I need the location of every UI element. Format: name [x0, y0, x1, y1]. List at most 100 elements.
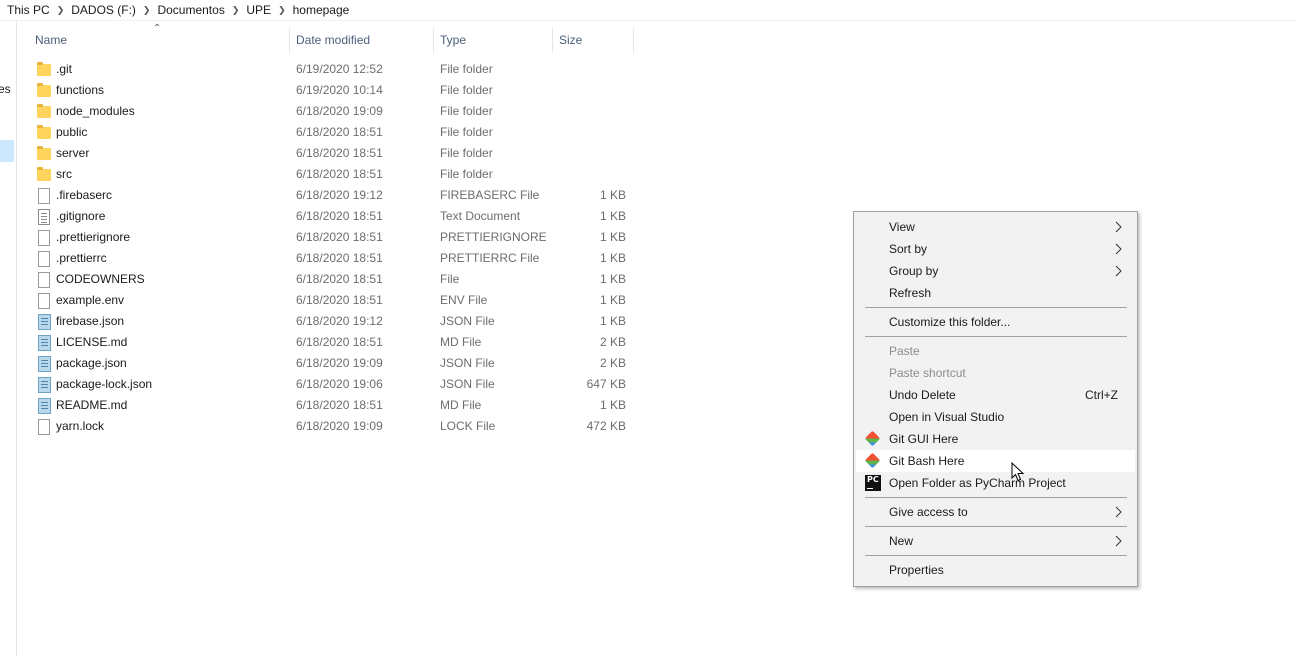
chevron-right-icon[interactable]: ❯	[53, 5, 69, 16]
folder-icon	[36, 125, 52, 141]
file-type: Text Document	[440, 209, 521, 223]
code-file-icon	[36, 314, 52, 330]
file-row[interactable]: .prettierrc 6/18/2020 18:51 PRETTIERRC Fil…	[28, 248, 638, 269]
file-size: 2 KB	[599, 356, 626, 370]
file-date: 6/18/2020 18:51	[296, 146, 383, 160]
file-row[interactable]: LICENSE.md 6/18/2020 18:51 MD File 2 KB	[28, 332, 638, 353]
file-explorer-window: This PC ❯ DADOS (F:) ❯ Documentos ❯ UPE ❯ homepa…	[0, 0, 1297, 656]
column-header-size[interactable]: Size	[552, 28, 633, 53]
file-name: public	[56, 125, 88, 139]
file-date: 6/18/2020 18:51	[296, 167, 383, 181]
file-row[interactable]: public 6/18/2020 18:51 File folder	[28, 122, 638, 143]
git-icon	[864, 452, 881, 469]
menu-item-label: New	[889, 534, 914, 548]
file-row[interactable]: .git 6/19/2020 12:52 File folder	[28, 59, 638, 80]
menu-item-paste-shortcut[interactable]: Paste shortcut	[856, 362, 1135, 384]
column-header-name-label: Name	[35, 33, 68, 47]
column-divider[interactable]	[633, 28, 634, 53]
menu-item-customize-this-folder[interactable]: Customize this folder...	[856, 311, 1135, 333]
file-type: PRETTIERIGNORE ...	[440, 230, 548, 244]
column-header-date[interactable]: Date modified	[289, 28, 433, 53]
menu-item-open-folder-as-pycharm-project[interactable]: PC Open Folder as PyCharm Project	[856, 472, 1135, 494]
file-type: File folder	[440, 146, 493, 160]
file-size: 1 KB	[599, 398, 626, 412]
column-header-name[interactable]: Name	[28, 28, 289, 53]
file-date: 6/18/2020 18:51	[296, 230, 383, 244]
menu-item-view[interactable]: View	[856, 216, 1135, 238]
breadcrumb-item[interactable]: This PC	[4, 3, 53, 17]
breadcrumb-item[interactable]: Documentos	[154, 3, 227, 17]
breadcrumb-item[interactable]: UPE	[243, 3, 274, 17]
menu-item-git-gui-here[interactable]: Git GUI Here	[856, 428, 1135, 450]
file-date: 6/19/2020 10:14	[296, 83, 383, 97]
menu-item-label: Open in Visual Studio	[889, 410, 1005, 424]
menu-item-open-in-visual-studio[interactable]: Open in Visual Studio	[856, 406, 1135, 428]
file-row[interactable]: package-lock.json 6/18/2020 19:06 JSON Fil…	[28, 374, 638, 395]
folder-icon	[36, 146, 52, 162]
file-name: example.env	[56, 293, 125, 307]
menu-item-give-access-to[interactable]: Give access to	[856, 501, 1135, 523]
menu-separator	[865, 307, 1127, 308]
file-type: JSON File	[440, 356, 495, 370]
file-name: LICENSE.md	[56, 335, 128, 349]
chevron-right-icon[interactable]: ❯	[139, 5, 155, 16]
menu-item-refresh[interactable]: Refresh	[856, 282, 1135, 304]
menu-item-new[interactable]: New	[856, 530, 1135, 552]
file-row[interactable]: yarn.lock 6/18/2020 19:09 LOCK File 472 KB	[28, 416, 638, 437]
menu-item-undo-delete[interactable]: Undo Delete Ctrl+Z	[856, 384, 1135, 406]
chevron-right-icon[interactable]: ❯	[228, 5, 244, 16]
nav-item-selected[interactable]	[0, 140, 14, 162]
file-row[interactable]: .prettierignore 6/18/2020 18:51 PRETTIERIG…	[28, 227, 638, 248]
navigation-pane[interactable]: es	[0, 21, 17, 656]
nav-item-partial-label[interactable]: es	[0, 82, 11, 96]
file-size: 1 KB	[599, 188, 626, 202]
file-name: package.json	[56, 356, 127, 370]
file-row[interactable]: node_modules 6/18/2020 19:09 File folder	[28, 101, 638, 122]
file-row[interactable]: .firebaserc 6/18/2020 19:12 FIREBASERC Fil…	[28, 185, 638, 206]
breadcrumb: This PC ❯ DADOS (F:) ❯ Documentos ❯ UPE ❯ homepa…	[0, 0, 1297, 21]
menu-item-group-by[interactable]: Group by	[856, 260, 1135, 282]
chevron-right-icon[interactable]: ❯	[274, 5, 290, 16]
file-row[interactable]: functions 6/19/2020 10:14 File folder	[28, 80, 638, 101]
menu-item-paste[interactable]: Paste	[856, 340, 1135, 362]
file-date: 6/18/2020 18:51	[296, 272, 383, 286]
file-date: 6/18/2020 18:51	[296, 293, 383, 307]
menu-item-sort-by[interactable]: Sort by	[856, 238, 1135, 260]
file-type: File folder	[440, 104, 493, 118]
file-row[interactable]: .gitignore 6/18/2020 18:51 Text Document 1 …	[28, 206, 638, 227]
breadcrumb-item[interactable]: homepage	[290, 3, 353, 17]
file-icon	[36, 188, 52, 204]
menu-item-git-bash-here[interactable]: Git Bash Here	[856, 450, 1135, 472]
column-header-type[interactable]: Type	[433, 28, 552, 53]
file-row[interactable]: package.json 6/18/2020 19:09 JSON File 2 KB	[28, 353, 638, 374]
file-icon	[36, 230, 52, 246]
file-list: .git 6/19/2020 12:52 File folder functions 6…	[28, 59, 638, 437]
file-row[interactable]: src 6/18/2020 18:51 File folder	[28, 164, 638, 185]
menu-item-properties[interactable]: Properties	[856, 559, 1135, 581]
file-name: .git	[56, 62, 73, 76]
file-size: 1 KB	[599, 209, 626, 223]
code-file-icon	[36, 335, 52, 351]
text-file-icon	[36, 209, 52, 225]
file-row[interactable]: README.md 6/18/2020 18:51 MD File 1 KB	[28, 395, 638, 416]
chevron-right-icon	[1115, 535, 1122, 547]
menu-item-label: Paste shortcut	[889, 366, 966, 380]
menu-separator	[865, 497, 1127, 498]
menu-item-label: Open Folder as PyCharm Project	[889, 476, 1066, 490]
file-row[interactable]: CODEOWNERS 6/18/2020 18:51 File 1 KB	[28, 269, 638, 290]
chevron-right-icon	[1115, 265, 1122, 277]
file-name: .prettierrc	[56, 251, 107, 265]
file-name: yarn.lock	[56, 419, 105, 433]
breadcrumb-item[interactable]: DADOS (F:)	[68, 3, 139, 17]
code-file-icon	[36, 398, 52, 414]
file-row[interactable]: firebase.json 6/18/2020 19:12 JSON File 1 K…	[28, 311, 638, 332]
mouse-cursor-icon	[1011, 462, 1024, 482]
column-header-date-label: Date modified	[296, 33, 371, 47]
file-name: .firebaserc	[56, 188, 113, 202]
menu-item-label: Properties	[889, 563, 944, 577]
folder-icon	[36, 104, 52, 120]
file-name: functions	[56, 83, 105, 97]
file-row[interactable]: example.env 6/18/2020 18:51 ENV File 1 KB	[28, 290, 638, 311]
chevron-right-icon	[1115, 243, 1122, 255]
file-row[interactable]: server 6/18/2020 18:51 File folder	[28, 143, 638, 164]
